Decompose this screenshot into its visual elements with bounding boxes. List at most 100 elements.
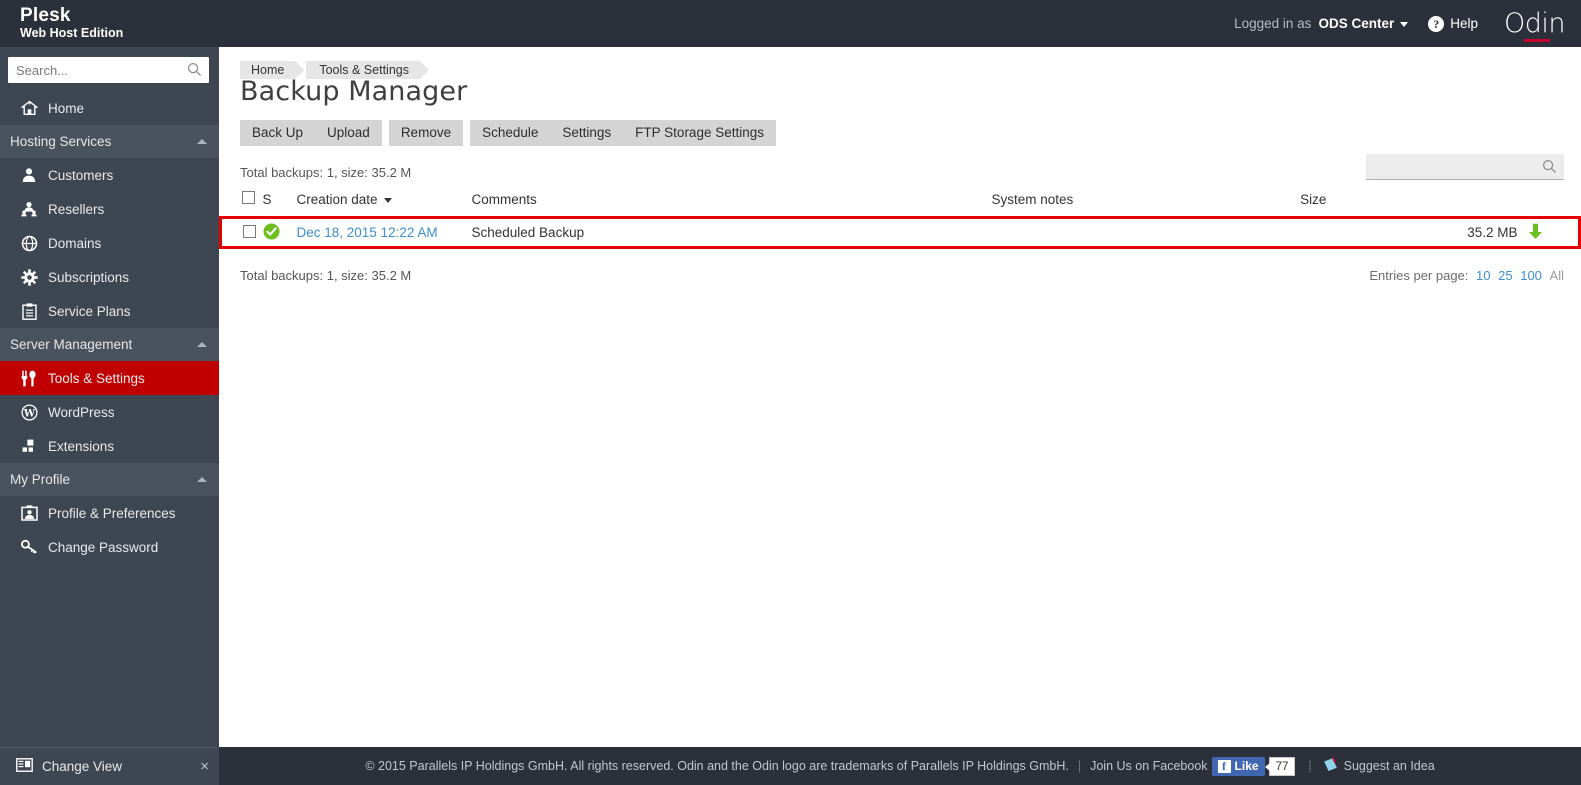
sidebar-item-resellers[interactable]: Resellers (0, 192, 219, 226)
suggest-an-idea-link[interactable]: Suggest an Idea (1344, 759, 1435, 773)
list-search-input[interactable] (1366, 154, 1564, 179)
page-footer: © 2015 Parallels IP Holdings GmbH. All r… (219, 747, 1581, 785)
logged-in-label: Logged in as (1234, 16, 1312, 31)
sidebar-item-home[interactable]: Home (0, 91, 219, 125)
footer-copyright: © 2015 Parallels IP Holdings GmbH. All r… (365, 759, 1069, 773)
row-size-cell: 35.2 MB (1300, 216, 1528, 249)
chevron-up-icon[interactable] (197, 342, 207, 347)
action-toolbar: Back Up Upload Remove Schedule Settings … (219, 107, 1581, 146)
sidebar-item-service-plans[interactable]: Service Plans (0, 294, 219, 328)
top-header-bar: Plesk Web Host Edition Logged in as ODS … (0, 0, 1581, 47)
column-download (1528, 185, 1580, 218)
row-creation-date-cell: Dec 18, 2015 12:22 AM (296, 216, 472, 249)
facebook-link[interactable]: Join Us on Facebook (1090, 759, 1207, 773)
sort-desc-icon[interactable] (383, 197, 392, 203)
entries-option-10[interactable]: 10 (1476, 268, 1490, 283)
help-link[interactable]: ? Help (1428, 15, 1478, 32)
entries-option-25[interactable]: 25 (1498, 268, 1512, 283)
sidebar-item-label: Customers (48, 167, 114, 183)
list-search-box[interactable] (1366, 154, 1564, 180)
sidebar-item-profile-and-preferences[interactable]: Profile & Preferences (0, 496, 219, 530)
chevron-down-icon[interactable] (1400, 22, 1409, 27)
column-system-notes[interactable]: System notes (992, 185, 1301, 218)
upload-button[interactable]: Upload (315, 120, 382, 146)
sidebar-item-tools-and-settings[interactable]: Tools & Settings (0, 361, 219, 395)
remove-button[interactable]: Remove (388, 120, 464, 146)
sidebar-section-my-profile[interactable]: My Profile (0, 463, 219, 496)
column-status[interactable]: S (263, 185, 297, 218)
change-view-label: Change View (42, 759, 123, 774)
sidebar-item-label: Profile & Preferences (48, 505, 176, 521)
footer-separator: | (1308, 759, 1312, 773)
download-arrow-icon[interactable] (1528, 223, 1543, 240)
row-comments-cell: Scheduled Backup (471, 216, 992, 249)
close-icon[interactable]: × (200, 758, 209, 775)
search-box[interactable] (8, 57, 209, 83)
layout-icon (16, 758, 33, 775)
sidebar-section-hosting-services[interactable]: Hosting Services (0, 125, 219, 158)
facebook-like-button[interactable]: f Like (1211, 756, 1265, 776)
row-checkbox[interactable] (243, 224, 256, 238)
sidebar-item-label: Extensions (48, 438, 115, 454)
column-creation-date-label: Creation date (296, 191, 378, 207)
odin-logo: Odin (1504, 10, 1566, 42)
settings-button[interactable]: Settings (550, 120, 624, 146)
sidebar-item-wordpress[interactable]: W WordPress (0, 395, 219, 429)
sidebar: Home Hosting Services Customers Reselle (0, 47, 219, 785)
change-view-button[interactable]: Change View × (0, 747, 219, 785)
table-header-row: S Creation date Comments System notes Si… (221, 185, 1580, 218)
sidebar-section-label: My Profile (10, 472, 71, 487)
clipboard-icon (18, 302, 40, 320)
select-all-checkbox[interactable] (241, 191, 255, 204)
svg-text:W: W (22, 408, 35, 419)
chevron-up-icon[interactable] (197, 477, 207, 482)
sidebar-item-extensions[interactable]: Extensions (0, 429, 219, 463)
help-circle-icon[interactable]: ? (1428, 15, 1445, 32)
column-select-all (221, 185, 263, 218)
entries-option-all[interactable]: All (1550, 268, 1564, 283)
chevron-up-icon[interactable] (197, 139, 207, 144)
schedule-button[interactable]: Schedule (470, 120, 551, 146)
column-size[interactable]: Size (1300, 185, 1527, 218)
column-comments[interactable]: Comments (472, 185, 992, 218)
pencil-note-icon (1323, 757, 1338, 775)
back-up-button[interactable]: Back Up (240, 120, 316, 146)
wordpress-icon: W (18, 403, 40, 421)
sidebar-item-change-password[interactable]: Change Password (0, 530, 219, 564)
breadcrumb-item-tools-settings[interactable]: Tools & Settings (306, 61, 429, 79)
sidebar-item-label: Tools & Settings (48, 370, 145, 386)
sidebar-item-customers[interactable]: Customers (0, 158, 219, 192)
user-menu-button[interactable]: ODS Center (1318, 16, 1394, 31)
row-download-cell (1527, 216, 1581, 249)
toolbar-gap (382, 120, 389, 146)
backup-date-link[interactable]: Dec 18, 2015 12:22 AM (297, 225, 438, 240)
entries-per-page-bottom: Entries per page: 10 25 100 All (1369, 268, 1564, 283)
search-input[interactable] (8, 57, 209, 83)
table-body: Dec 18, 2015 12:22 AM Scheduled Backup 3… (219, 216, 1581, 249)
sidebar-item-subscriptions[interactable]: Subscriptions (0, 260, 219, 294)
column-creation-date[interactable]: Creation date (297, 185, 472, 218)
sidebar-item-domains[interactable]: Domains (0, 226, 219, 260)
totals-text-top: Total backups: 1, size: 35.2 M (240, 165, 412, 180)
sidebar-item-label: Change Password (48, 539, 159, 555)
table-row[interactable]: Dec 18, 2015 12:22 AM Scheduled Backup 3… (219, 216, 1581, 249)
ftp-storage-settings-button[interactable]: FTP Storage Settings (623, 120, 776, 146)
row-system-notes-cell (991, 216, 1301, 249)
brand-edition: Web Host Edition (20, 26, 124, 41)
sidebar-section-server-management[interactable]: Server Management (0, 328, 219, 361)
home-icon (18, 100, 40, 116)
breadcrumb-item-home[interactable]: Home (240, 61, 305, 79)
list-meta-bottom: Total backups: 1, size: 35.2 M Entries p… (219, 268, 1581, 283)
gear-icon (18, 268, 40, 286)
footer-separator: | (1077, 759, 1082, 773)
search-icon (1542, 159, 1557, 174)
toolbar-gap (463, 120, 470, 146)
facebook-like-widget[interactable]: f Like 77 (1211, 756, 1296, 776)
totals-text-bottom: Total backups: 1, size: 35.2 M (240, 268, 412, 283)
entries-option-100[interactable]: 100 (1520, 268, 1542, 283)
extensions-icon (18, 439, 40, 454)
sidebar-item-label: Home (48, 100, 85, 116)
table-header: S Creation date Comments System notes Si… (221, 185, 1580, 218)
entries-per-page-label: Entries per page: (1369, 268, 1469, 283)
globe-icon (18, 235, 40, 252)
